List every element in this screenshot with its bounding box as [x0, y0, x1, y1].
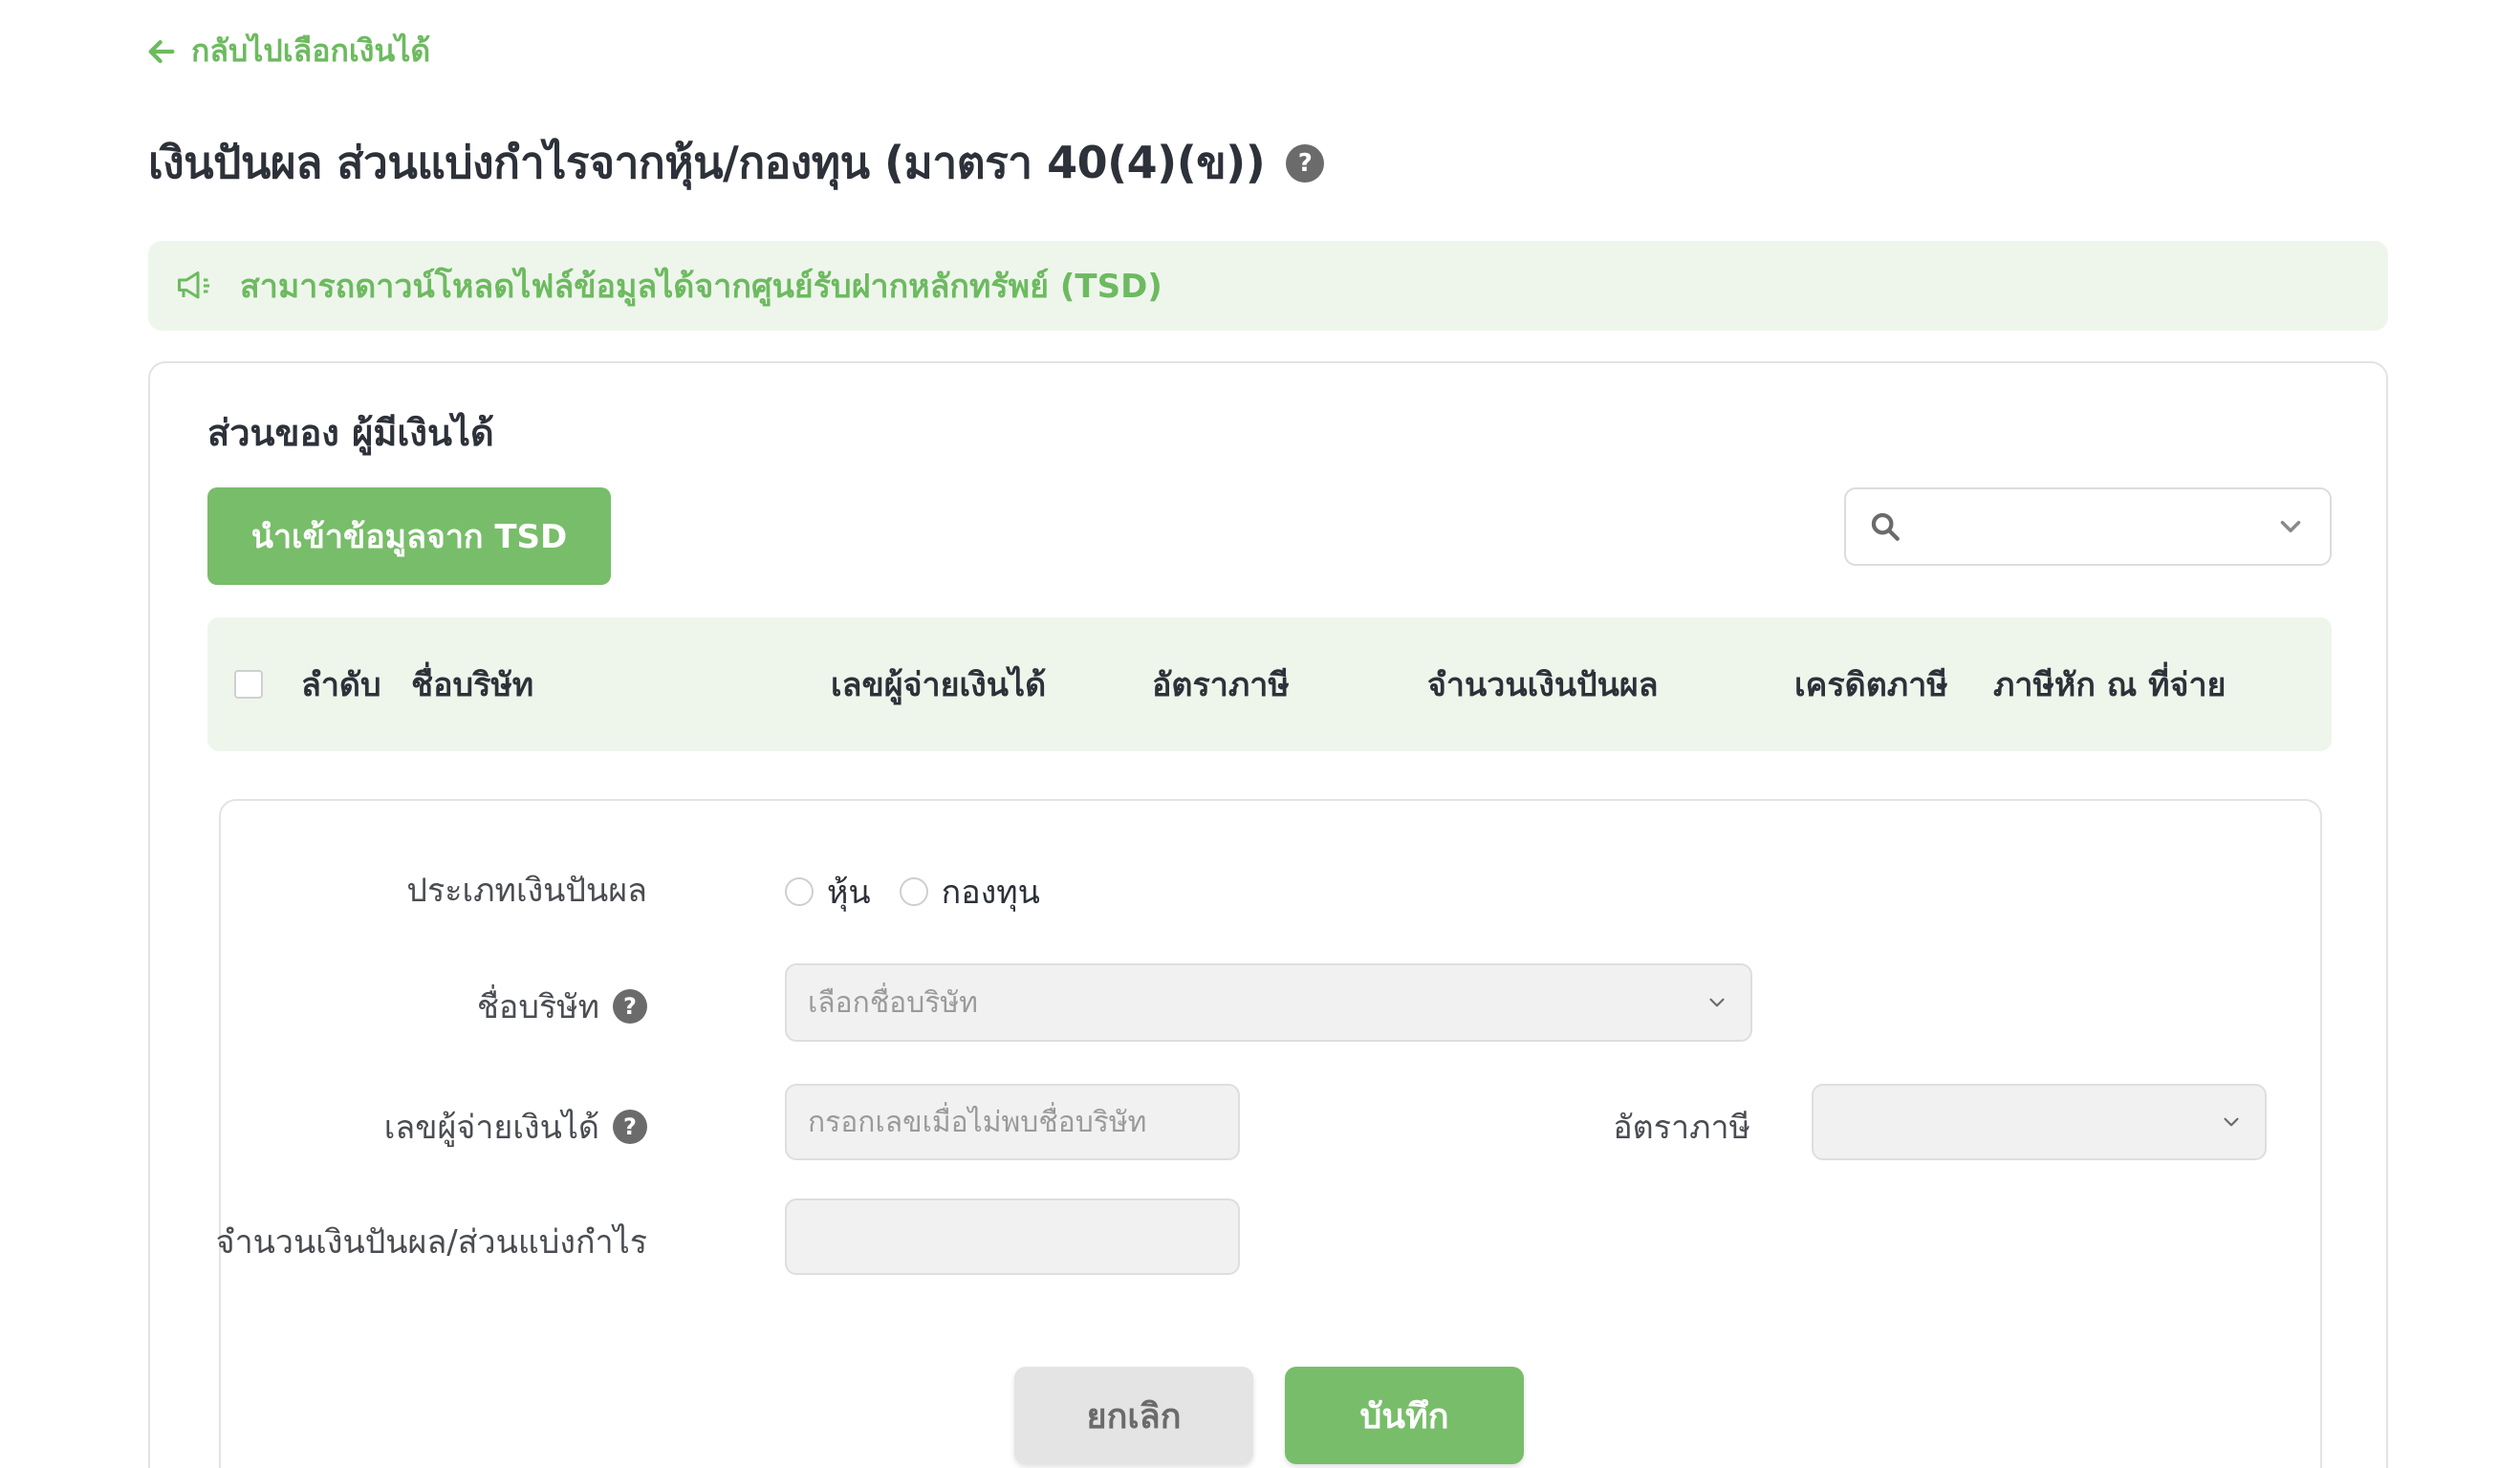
payer-id-help-icon[interactable]: ?	[613, 1110, 647, 1144]
payer-id-placeholder: กรอกเลขเมื่อไม่พบชื่อบริษัท	[808, 1105, 1147, 1139]
radio-fund[interactable]: กองทุน	[899, 866, 1040, 918]
company-select-placeholder: เลือกชื่อบริษัท	[808, 985, 978, 1020]
cancel-button[interactable]: ยกเลิก	[1014, 1367, 1253, 1464]
notice-banner: สามารถดาวน์โหลดไฟล์ข้อมูลได้จากศูนย์รับฝ…	[148, 241, 2388, 331]
back-link[interactable]: กลับไปเลือกเงินได้	[145, 27, 430, 76]
search-icon	[1871, 512, 1900, 541]
tax-rate-select[interactable]	[1812, 1084, 2267, 1160]
radio-stock-label: หุ้น	[827, 874, 871, 912]
import-tsd-button[interactable]: นำเข้าข้อมูลจาก TSD	[207, 487, 611, 585]
chevron-down-icon	[2224, 1117, 2239, 1127]
radio-fund-label: กองทุน	[941, 874, 1040, 912]
amount-label: จำนวนเงินปันผล/ส่วนแบ่งกำไร	[215, 1223, 647, 1262]
column-header-dividend-amount: จำนวนเงินปันผล	[1427, 666, 1659, 704]
radio-stock[interactable]: หุ้น	[785, 866, 871, 918]
payer-id-label: เลขผู้จ่ายเงินได้ ?	[384, 1101, 647, 1153]
column-header-tax-credit: เครดิตภาษี	[1794, 666, 1948, 704]
select-all-checkbox[interactable]	[234, 670, 263, 699]
page-title: เงินปันผล ส่วนแบ่งกำไรจากหุ้น/กองทุน (มา…	[148, 137, 1266, 188]
dividend-type-radio-group: หุ้น กองทุน	[785, 866, 1069, 918]
payer-id-input[interactable]: กรอกเลขเมื่อไม่พบชื่อบริษัท	[785, 1084, 1240, 1160]
company-help-icon[interactable]: ?	[613, 989, 647, 1024]
help-icon[interactable]: ?	[1286, 143, 1325, 183]
chevron-down-icon	[2280, 520, 2301, 533]
company-label: ชื่อบริษัท ?	[477, 981, 647, 1032]
company-select[interactable]: เลือกชื่อบริษัท	[785, 963, 1752, 1042]
column-header-order: ลำดับ	[301, 666, 381, 704]
column-header-tax-rate: อัตราภาษี	[1152, 666, 1290, 704]
column-header-company: ชื่อบริษัท	[411, 666, 534, 704]
save-button[interactable]: บันทึก	[1285, 1367, 1524, 1464]
section-title: ส่วนของ ผู้มีเงินได้	[207, 412, 494, 454]
radio-stock-circle[interactable]	[785, 877, 814, 906]
page-title-row: เงินปันผล ส่วนแบ่งกำไรจากหุ้น/กองทุน (มา…	[148, 128, 1325, 198]
back-link-label: กลับไปเลือกเงินได้	[191, 32, 431, 69]
dividend-type-label: ประเภทเงินปันผล	[406, 872, 647, 910]
arrow-left-icon	[148, 39, 175, 63]
notice-text: สามารถดาวน์โหลดไฟล์ข้อมูลได้จากศูนย์รับฝ…	[240, 268, 1162, 306]
table-header: ลำดับ ชื่อบริษัท เลขผู้จ่ายเงินได้ อัตรา…	[207, 617, 2332, 751]
radio-fund-circle[interactable]	[899, 877, 928, 906]
dividend-form: ประเภทเงินปันผล หุ้น กองทุน ชื่อบริษัท ?…	[215, 799, 2322, 1468]
amount-input[interactable]	[785, 1198, 1240, 1275]
chevron-down-icon	[1709, 998, 1725, 1007]
search-select[interactable]	[1844, 487, 2332, 566]
column-header-payer-id: เลขผู้จ่ายเงินได้	[831, 666, 1047, 704]
tax-rate-label: อัตราภาษี	[1613, 1109, 1750, 1147]
column-header-withholding-tax: ภาษีหัก ณ ที่จ่าย	[1993, 666, 2227, 704]
megaphone-icon	[178, 271, 209, 299]
income-card: ส่วนของ ผู้มีเงินได้ นำเข้าข้อมูลจาก TSD…	[148, 361, 2388, 1468]
